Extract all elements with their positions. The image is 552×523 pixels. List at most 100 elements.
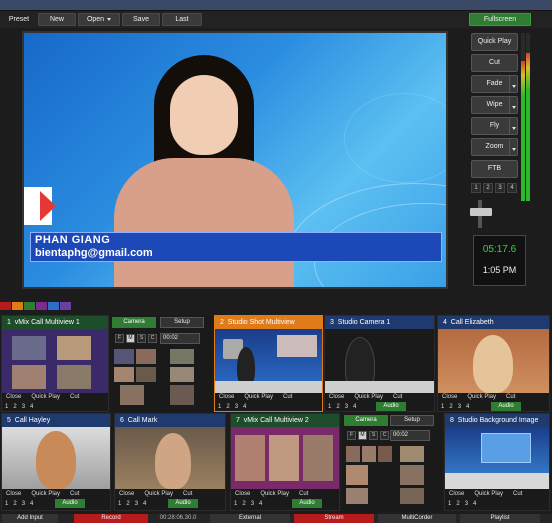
overlay-1[interactable]: 1	[448, 501, 451, 507]
t-bar-handle[interactable]	[470, 208, 492, 216]
overlay-1[interactable]: 1	[218, 404, 221, 410]
wipe-button[interactable]: Wipe	[471, 96, 518, 114]
overlay-1[interactable]: 1	[118, 501, 121, 507]
input-title[interactable]: 5 Call Hayley	[2, 414, 110, 427]
overlay-4[interactable]: 4	[30, 501, 33, 507]
preset-label[interactable]: Preset	[2, 13, 36, 26]
overlay-2[interactable]: 2	[456, 501, 459, 507]
overlay-2[interactable]: 2	[449, 404, 452, 410]
f-button[interactable]: F	[115, 334, 124, 343]
cut-button[interactable]: Cut	[183, 491, 192, 497]
overlay-2[interactable]: 2	[13, 501, 16, 507]
camera-tab[interactable]: Camera	[112, 317, 156, 328]
overlay-1[interactable]: 1	[5, 404, 8, 410]
overlay-3[interactable]: 3	[345, 404, 348, 410]
external-button[interactable]: External	[210, 514, 290, 523]
color-tag-orange[interactable]	[12, 302, 23, 310]
call-thumb[interactable]	[378, 446, 392, 462]
call-thumb[interactable]	[400, 465, 424, 485]
color-tag-purple[interactable]	[36, 302, 47, 310]
call-thumb[interactable]	[400, 446, 424, 462]
overlay-1[interactable]: 1	[5, 501, 8, 507]
transition-1[interactable]: 1	[471, 183, 481, 193]
overlay-4[interactable]: 4	[466, 404, 469, 410]
fade-dropdown[interactable]	[509, 76, 517, 92]
save-button[interactable]: Save	[122, 13, 160, 26]
f-button[interactable]: F	[347, 431, 356, 440]
m-button[interactable]: M	[126, 334, 135, 343]
quick-play-button[interactable]: Quick Play	[144, 491, 173, 497]
audio-button[interactable]: Audio	[55, 499, 85, 508]
call-thumb[interactable]	[170, 385, 194, 405]
input-tile-2[interactable]: 2 Studio Shot Multiview Close Quick Play C…	[214, 315, 323, 412]
add-input-button[interactable]: Add Input	[2, 514, 58, 523]
overlay-3[interactable]: 3	[22, 404, 25, 410]
delay-field[interactable]: 00:02	[390, 430, 430, 441]
overlay-4[interactable]: 4	[259, 501, 262, 507]
close-button[interactable]: Close	[235, 491, 250, 497]
call-thumb[interactable]	[136, 367, 156, 382]
overlay-1[interactable]: 1	[234, 501, 237, 507]
playlist-button[interactable]: Playlist	[460, 514, 540, 523]
cut-button[interactable]: Cut	[506, 394, 515, 400]
input-title[interactable]: 6 Call Mark	[115, 414, 225, 427]
open-button[interactable]: Open	[78, 13, 120, 26]
input-title[interactable]: 2 Studio Shot Multiview	[215, 316, 322, 329]
close-button[interactable]: Close	[119, 491, 134, 497]
input-tile-1[interactable]: 1 vMix Call Multiview 1 Close Quick Play C…	[1, 315, 109, 412]
transition-2[interactable]: 2	[483, 183, 493, 193]
overlay-4[interactable]: 4	[473, 501, 476, 507]
quick-play-button[interactable]: Quick Play	[260, 491, 289, 497]
close-button[interactable]: Close	[6, 394, 21, 400]
input-title[interactable]: 1 vMix Call Multiview 1	[2, 316, 108, 329]
last-button[interactable]: Last	[162, 13, 202, 26]
overlay-4[interactable]: 4	[143, 501, 146, 507]
overlay-3[interactable]: 3	[22, 501, 25, 507]
fade-button[interactable]: Fade	[471, 75, 518, 93]
fly-dropdown[interactable]	[509, 118, 517, 134]
audio-button[interactable]: Audio	[376, 402, 406, 411]
multicorder-button[interactable]: MultiCorder	[378, 514, 456, 523]
cut-button[interactable]: Cut	[513, 491, 522, 497]
call-thumb[interactable]	[346, 488, 368, 504]
setup-button[interactable]: Setup	[390, 415, 434, 426]
transition-3[interactable]: 3	[495, 183, 505, 193]
overlay-4[interactable]: 4	[353, 404, 356, 410]
close-button[interactable]: Close	[329, 394, 344, 400]
input-tile-8[interactable]: 8 Studio Background Image Close Quick Pla…	[444, 413, 550, 511]
record-button[interactable]: Record	[74, 514, 148, 523]
overlay-1[interactable]: 1	[441, 404, 444, 410]
cut-button[interactable]: Cut	[70, 491, 79, 497]
call-thumb[interactable]	[400, 488, 424, 504]
call-thumb[interactable]	[362, 446, 376, 462]
cut-button[interactable]: Cut	[283, 394, 292, 400]
color-tag-blue[interactable]	[48, 302, 59, 310]
input-title[interactable]: 3 Studio Camera 1	[325, 316, 434, 329]
stream-button[interactable]: Stream	[294, 514, 374, 523]
fly-button[interactable]: Fly	[471, 117, 518, 135]
quick-play-button[interactable]: Quick Play	[474, 491, 503, 497]
call-thumb[interactable]	[136, 349, 156, 364]
c-button[interactable]: C	[148, 334, 157, 343]
camera-tab[interactable]: Camera	[344, 415, 388, 426]
input-tile-7[interactable]: 7 vMix Call Multiview 2 Close Quick Play C…	[230, 413, 340, 511]
close-button[interactable]: Close	[6, 491, 21, 497]
call-thumb[interactable]	[120, 385, 144, 405]
quick-play-button[interactable]: Quick Play	[244, 394, 273, 400]
input-tile-3[interactable]: 3 Studio Camera 1 Close Quick Play Cut 123…	[324, 315, 435, 412]
input-tile-5[interactable]: 5 Call Hayley Close Quick Play Cut 1 2 3 4 Aud…	[1, 413, 111, 511]
quick-play-button[interactable]: Quick Play	[31, 394, 60, 400]
m-button[interactable]: M	[358, 431, 367, 440]
cut-button[interactable]: Cut	[471, 54, 518, 72]
input-title[interactable]: 7 vMix Call Multiview 2	[231, 414, 339, 427]
close-button[interactable]: Close	[442, 394, 457, 400]
overlay-4[interactable]: 4	[243, 404, 246, 410]
output-preview[interactable]: PHAN GIANG bientaphg@gmail.com	[22, 31, 448, 289]
call-thumb[interactable]	[114, 349, 134, 364]
color-tag-red[interactable]	[0, 302, 11, 310]
quick-play-button[interactable]: Quick Play	[467, 394, 496, 400]
s-button[interactable]: S	[137, 334, 146, 343]
input-title[interactable]: 8 Studio Background Image	[445, 414, 549, 427]
transition-4[interactable]: 4	[507, 183, 517, 193]
input-tile-4[interactable]: 4 Call Elizabeth Close Quick Play Cut 1234…	[437, 315, 550, 412]
